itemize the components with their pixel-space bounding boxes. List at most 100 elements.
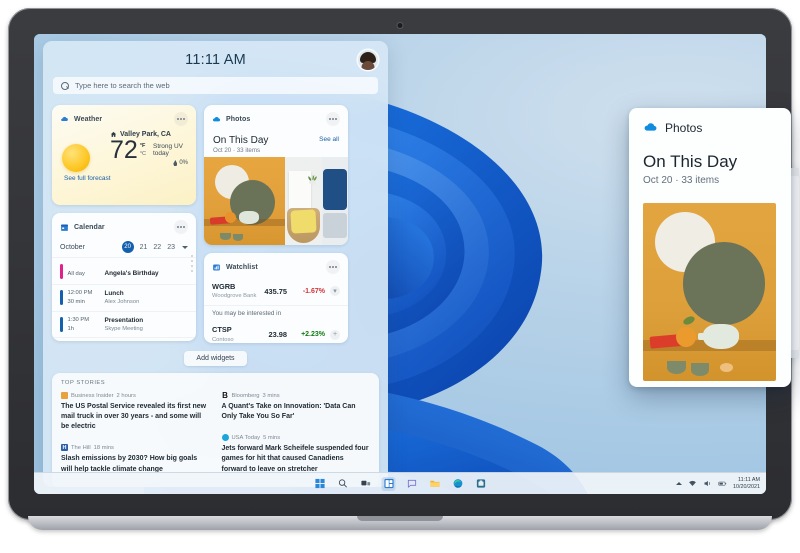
- watchlist-widget-header: Watchlist: [204, 253, 348, 277]
- calendar-day-23[interactable]: 23: [167, 244, 175, 251]
- store-button[interactable]: [474, 477, 488, 491]
- photos-widget-title: Photos: [226, 115, 251, 123]
- store-icon: [476, 479, 485, 488]
- calendar-event-row[interactable]: 6:00 PM 3h Studio Time Conf Rm 32/35: [52, 337, 196, 341]
- news-source-row: B Bloomberg 3 mins: [222, 391, 371, 400]
- weather-precipitation: 0%: [179, 160, 188, 166]
- calendar-scroll-indicator[interactable]: [191, 255, 193, 272]
- photos-flyout-header: Photos: [629, 108, 791, 135]
- watchlist-row[interactable]: WGRB Woodgrove Bank 435.75 -1.67% ▾: [204, 277, 348, 303]
- news-story[interactable]: Business Insider 2 hours The US Postal S…: [61, 392, 210, 432]
- volume-icon[interactable]: [703, 479, 712, 488]
- tray-date: 10/20/2021: [733, 483, 760, 490]
- weather-temperature: 72: [110, 136, 138, 164]
- task-view-button[interactable]: [359, 477, 373, 491]
- photos-see-all-link[interactable]: See all: [319, 136, 339, 143]
- watchlist-more-options[interactable]: [326, 260, 340, 274]
- watchlist-interested-label: You may be interested in: [204, 305, 348, 320]
- news-time: 5 mins: [263, 434, 281, 441]
- calendar-event-row[interactable]: All day Angela's Birthday: [52, 257, 196, 284]
- weather-more-options[interactable]: [174, 112, 188, 126]
- task-view-icon: [360, 480, 370, 486]
- chat-button[interactable]: [405, 477, 419, 491]
- show-hidden-icons-button[interactable]: [676, 482, 683, 485]
- news-feed: TOP STORIES Business Insider 2 hours The…: [52, 373, 379, 487]
- news-section-label: TOP STORIES: [61, 380, 106, 386]
- screenshot-root: 11:11 AM Type here to search the web Wea…: [0, 0, 800, 553]
- calendar-event-row[interactable]: 1:30 PM 1h Presentation Skype Meeting: [52, 310, 196, 338]
- news-time: 2 hours: [116, 392, 136, 399]
- calendar-day-21[interactable]: 21: [140, 244, 148, 251]
- news-source: Bloomberg: [231, 392, 260, 399]
- widgets-clock: 11:11 AM: [185, 52, 246, 68]
- event-title: Presentation: [104, 316, 144, 324]
- widgets-button[interactable]: [381, 476, 396, 491]
- edge-button[interactable]: [451, 477, 465, 491]
- weather-uv-text: Strong UV today: [152, 143, 183, 157]
- stock-trend-badge: ▾: [330, 286, 340, 297]
- watchlist-row[interactable]: CTSP Contoso 23.98 +2.23% +: [204, 320, 348, 343]
- calendar-date-row: October 20 21 22 23: [52, 237, 196, 257]
- search-input[interactable]: Type here to search the web: [53, 77, 378, 94]
- photo-thumbnail[interactable]: [322, 157, 348, 245]
- battery-icon[interactable]: [718, 479, 727, 488]
- weather-widget[interactable]: Weather Valley Park, CA 72 °F °C Strong …: [52, 105, 196, 205]
- widgets-grid: Weather Valley Park, CA 72 °F °C Strong …: [52, 105, 379, 343]
- photos-more-options[interactable]: [326, 112, 340, 126]
- weather-precipitation-row: 0%: [153, 160, 188, 166]
- calendar-day-22[interactable]: 22: [153, 244, 161, 251]
- calendar-widget[interactable]: Calendar October 20 21 22 23 All day Ang…: [52, 213, 196, 341]
- watchlist-chart-icon: [213, 264, 220, 270]
- add-widgets-row: Add widgets: [52, 343, 379, 373]
- source-icon: [221, 434, 229, 442]
- event-time: 12:00 PM: [67, 290, 93, 297]
- photo-thumbnail[interactable]: [204, 157, 285, 245]
- news-source-row: H The Hill 18 mins: [61, 444, 210, 452]
- photo-thumbnail[interactable]: [284, 157, 323, 245]
- avatar[interactable]: [358, 50, 378, 70]
- stock-value: 435.75: [264, 286, 287, 296]
- widgets-header: 11:11 AM Type here to search the web: [43, 41, 388, 105]
- calendar-day-selected[interactable]: 20: [121, 241, 134, 253]
- weather-icon: [61, 116, 68, 121]
- wifi-icon[interactable]: [688, 479, 697, 488]
- watchlist-widget[interactable]: Watchlist WGRB Woodgrove Bank 435.75 -1.…: [204, 253, 348, 343]
- add-widgets-button[interactable]: Add widgets: [184, 351, 247, 366]
- news-headline: The US Postal Service revealed its first…: [61, 403, 207, 431]
- search-button[interactable]: [336, 477, 350, 491]
- photos-widget[interactable]: Photos On This Day Oct 20 · 33 items See…: [204, 105, 348, 245]
- photos-subtitle: Oct 20 · 33 items: [213, 147, 261, 154]
- search-placeholder: Type here to search the web: [75, 81, 170, 90]
- stock-symbol-block: WGRB Woodgrove Bank: [212, 282, 256, 300]
- weather-units: °F °C: [140, 139, 146, 159]
- file-explorer-button[interactable]: [428, 477, 442, 491]
- calendar-more-options[interactable]: [174, 220, 188, 234]
- weather-details: Strong UV today 0%: [153, 139, 188, 166]
- system-tray: 11:11 AM 10/20/2021: [676, 477, 760, 491]
- news-story[interactable]: B Bloomberg 3 mins A Quant's Take on Inn…: [222, 391, 371, 422]
- tray-clock[interactable]: 11:11 AM 10/20/2021: [733, 477, 760, 491]
- event-time: All day: [67, 271, 85, 277]
- photos-flyout-subtitle: Oct 20 · 33 items: [643, 175, 720, 186]
- news-time: 3 mins: [262, 392, 280, 399]
- news-headline: Jets forward Mark Scheifele suspended fo…: [221, 445, 369, 473]
- widgets-body: Weather Valley Park, CA 72 °F °C Strong …: [43, 105, 388, 487]
- photos-flyout-headline: On This Day: [643, 152, 738, 171]
- stock-change: +2.23%: [301, 331, 325, 339]
- photos-flyout[interactable]: Photos On This Day Oct 20 · 33 items: [629, 108, 791, 387]
- photos-flyout-image[interactable]: [643, 203, 776, 381]
- stock-symbol: CTSP: [212, 325, 232, 335]
- weather-unit-f: °F: [139, 143, 146, 149]
- stock-add-button[interactable]: +: [330, 329, 340, 340]
- event-detail: Skype Meeting: [104, 325, 143, 332]
- news-story[interactable]: USA Today 5 mins Jets forward Mark Schei…: [221, 434, 371, 474]
- event-duration: 1h: [67, 325, 74, 332]
- start-button[interactable]: [313, 477, 327, 491]
- news-story[interactable]: H The Hill 18 mins Slash emissions by 20…: [61, 444, 210, 474]
- source-icon: B: [222, 391, 228, 400]
- photos-cloud-icon: [212, 116, 221, 121]
- stock-symbol: WGRB: [212, 282, 236, 291]
- event-title: Lunch: [104, 290, 124, 297]
- calendar-event-row[interactable]: 12:00 PM 30 min Lunch Alex Johnson: [52, 284, 196, 311]
- chevron-down-icon[interactable]: [182, 245, 188, 249]
